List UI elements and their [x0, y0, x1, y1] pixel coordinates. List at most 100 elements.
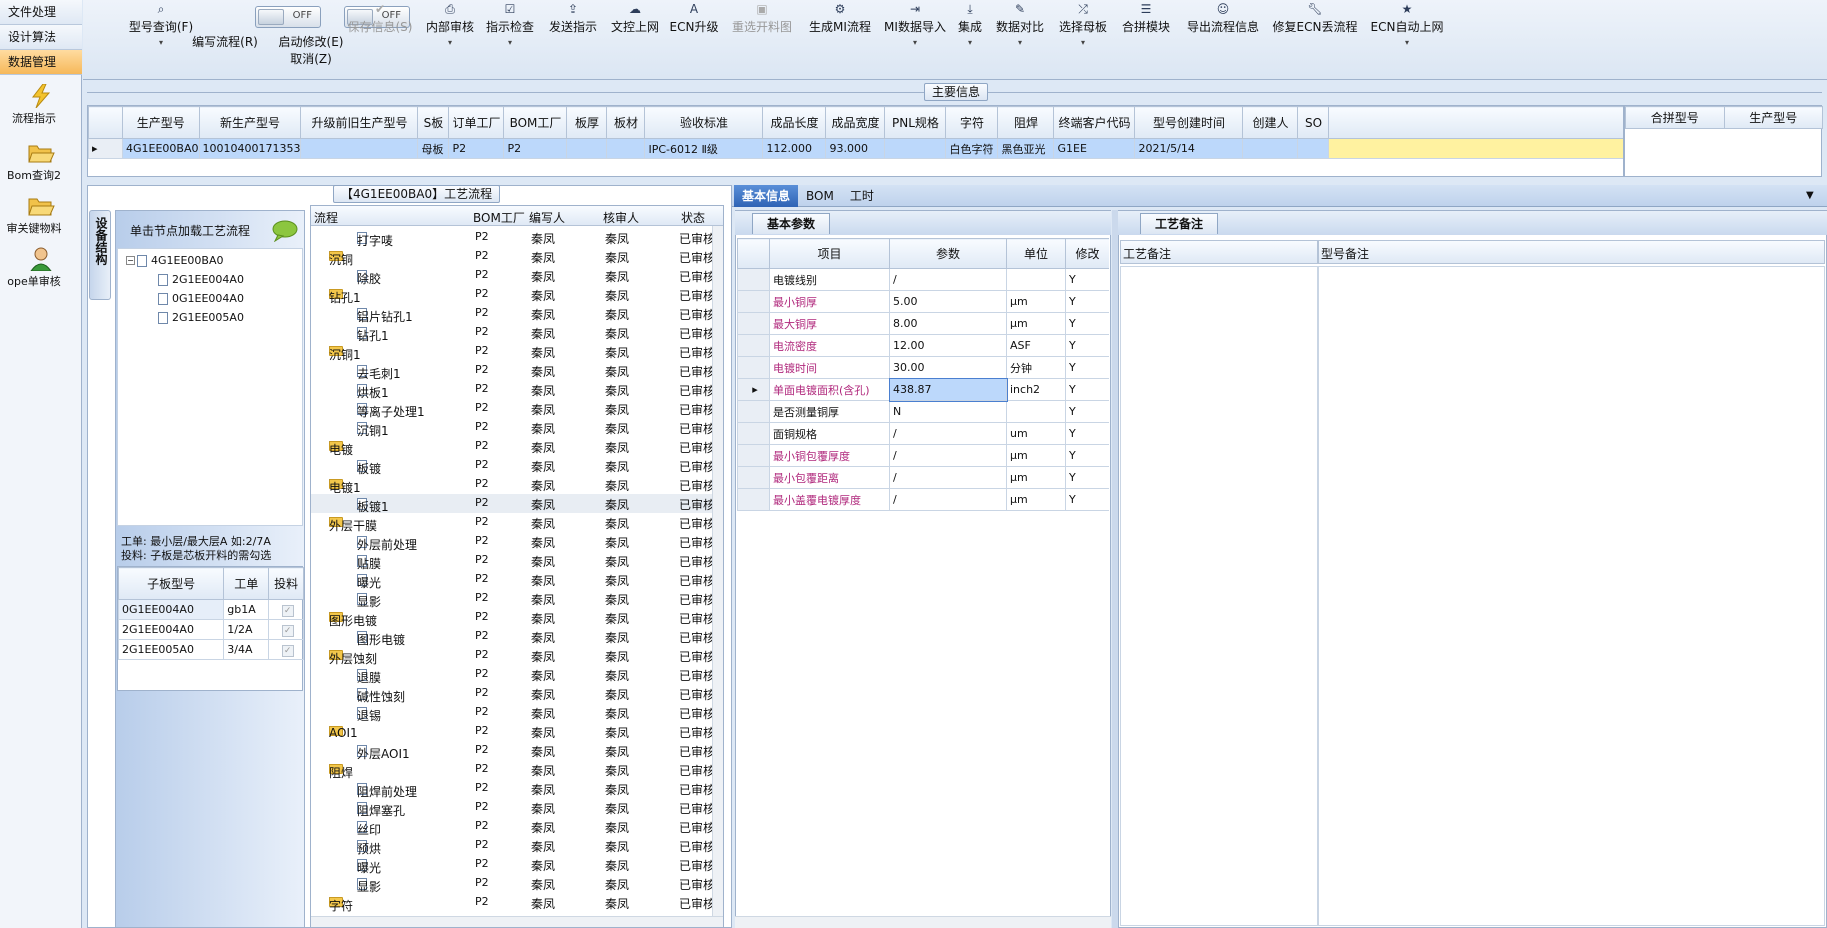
- main-col-header[interactable]: 订单工厂: [448, 106, 505, 139]
- flow-row[interactable]: −阻焊P2秦凤秦凤已审核: [311, 760, 713, 780]
- nav-item-audit[interactable]: ope单审核: [0, 243, 82, 296]
- flow-row[interactable]: −电镀P2秦凤秦凤已审核: [311, 437, 713, 457]
- main-cell[interactable]: G1EE: [1053, 138, 1136, 159]
- nav-tab-design[interactable]: 设计算法: [0, 25, 82, 50]
- param-modified[interactable]: Y: [1065, 400, 1109, 423]
- row-pointer[interactable]: [737, 422, 770, 445]
- tree-node[interactable]: 2G1EE004A0: [158, 272, 244, 286]
- param-row[interactable]: 电流密度 12.00 ASF Y: [737, 334, 1109, 357]
- tab-process-remarks[interactable]: 工艺备注: [1140, 213, 1219, 234]
- export-flow-button[interactable]: ☺ 导出流程信息: [1180, 0, 1266, 70]
- flow-row[interactable]: 钻孔1 P2 秦凤 秦凤 已审核: [311, 323, 713, 343]
- flow-row[interactable]: 板镀 P2 秦凤 秦凤 已审核: [311, 456, 713, 476]
- main-col-header[interactable]: 成品宽度: [825, 106, 886, 139]
- param-row[interactable]: ▸ 单面电镀面积(含孔) 438.87 inch2 Y: [737, 377, 1109, 402]
- param-value[interactable]: 12.00: [889, 334, 1007, 357]
- main-cell[interactable]: [606, 138, 646, 159]
- flow-row[interactable]: 曝光 P2 秦凤 秦凤 已审核: [311, 855, 713, 875]
- ecn-upgrade-button[interactable]: A ECN升级: [669, 0, 719, 70]
- internal-audit-button[interactable]: ⎙ 内部审核 ▾: [417, 0, 483, 70]
- param-value[interactable]: 438.87: [888, 377, 1008, 402]
- merge-model-header[interactable]: 合拼型号: [1625, 106, 1725, 129]
- order-cell[interactable]: 3/4A: [223, 639, 270, 660]
- param-value[interactable]: /: [889, 488, 1007, 511]
- fix-ecn-flow-button[interactable]: 🔧︎ 修复ECN丢流程: [1267, 0, 1363, 70]
- flow-row[interactable]: 预烘 P2 秦凤 秦凤 已审核: [311, 836, 713, 856]
- tab-basic-info[interactable]: 基本信息: [734, 185, 799, 207]
- flow-row[interactable]: 图形电镀 P2 秦凤 秦凤 已审核: [311, 627, 713, 647]
- flow-row[interactable]: 显影 P2 秦凤 秦凤 已审核: [311, 874, 713, 894]
- param-col-value[interactable]: 参数: [889, 238, 1007, 269]
- row-pointer[interactable]: ▸: [737, 378, 770, 401]
- flow-vscrollbar[interactable]: [712, 226, 723, 916]
- main-col-header[interactable]: 生产型号: [122, 106, 200, 139]
- nav-tab-data[interactable]: 数据管理: [0, 50, 82, 75]
- order-cell[interactable]: gb1A: [223, 599, 270, 620]
- param-modified[interactable]: Y: [1065, 466, 1109, 489]
- param-row[interactable]: 电镀线别 / Y: [737, 268, 1109, 291]
- tree-node-root[interactable]: −4G1EE00BA0: [126, 253, 224, 267]
- generate-mi-button[interactable]: ⚙ 生成MI流程: [803, 0, 877, 70]
- param-value[interactable]: /: [889, 444, 1007, 467]
- nav-tab-file[interactable]: 文件处理: [0, 0, 82, 25]
- param-value[interactable]: 8.00: [889, 312, 1007, 335]
- data-compare-button[interactable]: ✎ 数据对比 ▾: [989, 0, 1051, 70]
- param-col-modified[interactable]: 修改: [1065, 238, 1109, 269]
- flow-row[interactable]: −钻孔1P2秦凤秦凤已审核: [311, 285, 713, 305]
- param-row[interactable]: 最小盖覆电镀厚度 / μm Y: [737, 488, 1109, 511]
- param-modified[interactable]: Y: [1065, 378, 1109, 401]
- param-row[interactable]: 最大铜厚 8.00 μm Y: [737, 312, 1109, 335]
- flow-row[interactable]: −外层蚀刻P2秦凤秦凤已审核: [311, 646, 713, 666]
- sub-model-cell[interactable]: 2G1EE005A0: [117, 639, 225, 660]
- main-cell[interactable]: 112.000: [762, 138, 827, 159]
- flow-row[interactable]: 丝印 P2 秦凤 秦凤 已审核: [311, 817, 713, 837]
- doc-control-online-button[interactable]: ☁ 文控上网: [607, 0, 663, 70]
- sub-model-cell[interactable]: 0G1EE004A0: [117, 599, 225, 620]
- main-cell[interactable]: P2: [503, 138, 568, 159]
- flow-row[interactable]: −AOI1P2秦凤秦凤已审核: [311, 722, 713, 741]
- flow-row[interactable]: 阻焊前处理 P2 秦凤 秦凤 已审核: [311, 779, 713, 799]
- flow-row[interactable]: 除胶 P2 秦凤 秦凤 已审核: [311, 266, 713, 286]
- row-pointer[interactable]: [737, 268, 770, 291]
- param-value[interactable]: 30.00: [889, 356, 1007, 379]
- flow-row[interactable]: 退膜 P2 秦凤 秦凤 已审核: [311, 665, 713, 685]
- flow-row[interactable]: 等离子处理1 P2 秦凤 秦凤 已审核: [311, 399, 713, 419]
- param-value[interactable]: N: [889, 400, 1007, 423]
- main-cell[interactable]: 93.000: [825, 138, 886, 159]
- param-row[interactable]: 面铜规格 / um Y: [737, 422, 1109, 445]
- integrate-button[interactable]: ⤓ 集成 ▾: [952, 0, 988, 70]
- flow-row[interactable]: −外层干膜P2秦凤秦凤已审核: [311, 513, 713, 533]
- row-pointer[interactable]: [737, 334, 770, 357]
- main-col-header[interactable]: 终端客户代码: [1053, 106, 1136, 139]
- main-col-header[interactable]: 型号创建时间: [1134, 106, 1244, 139]
- select-motherboard-button[interactable]: ⤮ 选择母板 ▾: [1052, 0, 1114, 70]
- main-col-header[interactable]: 成品长度: [762, 106, 827, 139]
- main-cell[interactable]: 10010400171353: [198, 138, 302, 159]
- row-pointer[interactable]: [737, 312, 770, 335]
- send-instruction-button[interactable]: ⇪ 发送指示: [545, 0, 601, 70]
- flow-row[interactable]: 沉铜1 P2 秦凤 秦凤 已审核: [311, 418, 713, 438]
- flow-row[interactable]: 显影 P2 秦凤 秦凤 已审核: [311, 589, 713, 609]
- param-value[interactable]: /: [889, 422, 1007, 445]
- flow-row[interactable]: 碱性蚀刻 P2 秦凤 秦凤 已审核: [311, 684, 713, 704]
- param-modified[interactable]: Y: [1065, 334, 1109, 357]
- row-pointer[interactable]: [737, 290, 770, 313]
- param-value[interactable]: /: [889, 268, 1007, 291]
- param-modified[interactable]: Y: [1065, 356, 1109, 379]
- flow-row[interactable]: 铝片钻孔1 P2 秦凤 秦凤 已审核: [311, 304, 713, 324]
- param-col-item[interactable]: 项目: [769, 238, 890, 269]
- main-cell[interactable]: IPC-6012 Ⅱ级: [644, 138, 764, 159]
- tree-node[interactable]: 0G1EE004A0: [158, 291, 244, 305]
- flow-row[interactable]: 去毛刺1 P2 秦凤 秦凤 已审核: [311, 361, 713, 381]
- param-row[interactable]: 是否测量铜厚 N Y: [737, 400, 1109, 423]
- instruction-check-button[interactable]: ☑ 指示检查 ▾: [482, 0, 538, 70]
- feed-checkbox[interactable]: ✓: [281, 604, 294, 617]
- main-cell[interactable]: 黑色亚光: [997, 138, 1055, 159]
- main-col-header[interactable]: BOM工厂: [503, 106, 568, 139]
- flow-row[interactable]: 曝光 P2 秦凤 秦凤 已审核: [311, 570, 713, 590]
- flow-row[interactable]: −图形电镀P2秦凤秦凤已审核: [311, 608, 713, 628]
- ecn-auto-online-button[interactable]: ★ ECN自动上网 ▾: [1359, 0, 1455, 70]
- production-model-header[interactable]: 生产型号: [1723, 106, 1823, 129]
- order-header[interactable]: 工单: [223, 567, 270, 600]
- row-pointer[interactable]: [737, 400, 770, 423]
